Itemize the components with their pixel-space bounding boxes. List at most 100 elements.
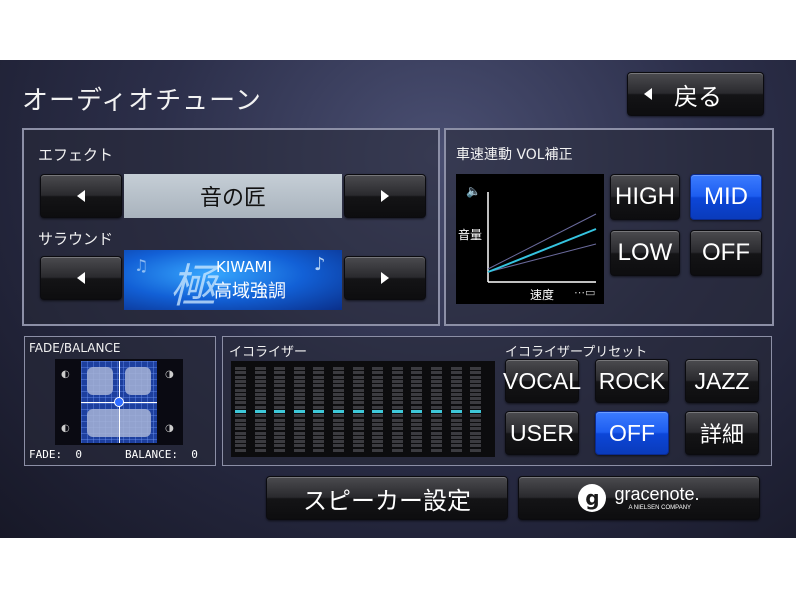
- effect-next-button[interactable]: [344, 174, 426, 218]
- eq-band-segment: [411, 448, 423, 452]
- eq-band[interactable]: [431, 367, 442, 453]
- eq-band-segment: [313, 427, 325, 431]
- eq-band-segment: [333, 410, 344, 413]
- eq-band-segment: [274, 444, 286, 448]
- eq-band-segment: [411, 435, 423, 439]
- effect-surround-panel: エフェクト 音の匠 サラウンド 極 KIWAMI 高域強調 ♪ ♫: [22, 128, 440, 326]
- eq-band-segment: [450, 410, 462, 413]
- eq-band-segment: [352, 410, 364, 413]
- vol-high-button[interactable]: HIGH: [610, 174, 680, 220]
- eq-band-segment: [274, 427, 286, 431]
- vol-low-button[interactable]: LOW: [610, 230, 680, 276]
- back-arrow-icon: [644, 88, 652, 100]
- eq-band-segment: [333, 440, 344, 444]
- eq-band-segment: [372, 422, 384, 426]
- seat-front-left: [87, 367, 113, 395]
- eq-band-segment: [411, 418, 423, 422]
- eq-band-segment: [372, 418, 384, 422]
- balance-position-marker[interactable]: [114, 397, 124, 407]
- eq-band-segment: [450, 384, 462, 388]
- equalizer-display[interactable]: [231, 361, 495, 457]
- eq-band[interactable]: [411, 367, 423, 453]
- eq-band-segment: [274, 405, 286, 409]
- eq-preset-user-button[interactable]: USER: [505, 411, 579, 455]
- eq-band-segment: [411, 367, 423, 370]
- effect-label: エフェクト: [38, 146, 114, 164]
- eq-band-segment: [391, 410, 403, 413]
- eq-band-segment: [391, 384, 403, 388]
- eq-band-segment: [450, 444, 462, 448]
- eq-band-segment: [235, 401, 246, 405]
- surround-logo: 極 KIWAMI 高域強調 ♪ ♫: [124, 250, 342, 310]
- eq-band-segment: [254, 414, 266, 418]
- eq-band[interactable]: [254, 367, 266, 453]
- eq-band-segment: [313, 375, 325, 379]
- eq-band[interactable]: [372, 367, 384, 453]
- eq-band[interactable]: [274, 367, 286, 453]
- eq-band-segment: [293, 440, 305, 444]
- eq-detail-button[interactable]: 詳細: [685, 411, 759, 455]
- eq-band-segment: [352, 422, 364, 426]
- eq-band-segment: [372, 384, 384, 388]
- eq-band-segment: [254, 422, 266, 426]
- surround-prev-button[interactable]: [40, 256, 122, 300]
- right-arrow-icon: [381, 190, 389, 202]
- eq-band-segment: [352, 375, 364, 379]
- eq-band-segment: [391, 448, 403, 452]
- eq-band-segment: [293, 444, 305, 448]
- eq-band-segment: [411, 444, 423, 448]
- eq-band-segment: [235, 384, 246, 388]
- eq-band-segment: [470, 418, 482, 422]
- eq-preset-off-button[interactable]: OFF: [595, 411, 669, 455]
- vol-off-button[interactable]: OFF: [690, 230, 762, 276]
- eq-band-segment: [391, 397, 403, 401]
- eq-band-segment: [352, 384, 364, 388]
- eq-preset-label-jazz: JAZZ: [694, 367, 750, 394]
- eq-band-segment: [450, 375, 462, 379]
- eq-preset-rock-button[interactable]: ROCK: [595, 359, 669, 403]
- eq-band-segment: [333, 414, 344, 418]
- eq-band-segment: [333, 375, 344, 379]
- eq-band-segment: [333, 418, 344, 422]
- eq-band-segment: [372, 435, 384, 439]
- eq-band-segment: [254, 427, 266, 431]
- speaker-settings-button[interactable]: スピーカー設定: [266, 476, 508, 520]
- gracenote-button[interactable]: g gracenote. A NIELSEN COMPANY: [518, 476, 760, 520]
- back-button[interactable]: 戻る: [627, 72, 764, 116]
- fade-balance-grid[interactable]: ◐ ◑ ◐ ◑: [55, 359, 183, 445]
- eq-band-segment: [411, 375, 423, 379]
- eq-band-segment: [352, 414, 364, 418]
- effect-prev-button[interactable]: [40, 174, 122, 218]
- eq-band[interactable]: [450, 367, 462, 453]
- eq-band-segment: [274, 448, 286, 452]
- eq-band-segment: [274, 384, 286, 388]
- vol-mid-button[interactable]: MID: [690, 174, 762, 220]
- fade-balance-label: FADE/BALANCE: [29, 341, 121, 355]
- eq-preset-vocal-button[interactable]: VOCAL: [503, 359, 581, 403]
- eq-band-segment: [333, 397, 344, 401]
- speed-vol-panel: 車速連動 VOL補正 🔈 音量 速度 ⋯▭ HIGH MID LOW OFF: [444, 128, 774, 326]
- eq-preset-jazz-button[interactable]: JAZZ: [685, 359, 759, 403]
- eq-band-segment: [293, 448, 305, 452]
- gracenote-sub-label: A NIELSEN COMPANY: [628, 505, 692, 511]
- eq-band-segment: [470, 414, 482, 418]
- surround-next-button[interactable]: [344, 256, 426, 300]
- eq-band-segment: [391, 367, 403, 370]
- fade-balance-panel[interactable]: FADE/BALANCE ◐ ◑ ◐ ◑ FADE: 0 BALANCE: 0: [24, 336, 216, 466]
- eq-band[interactable]: [470, 367, 482, 453]
- eq-band[interactable]: [235, 367, 246, 453]
- eq-band-segment: [431, 427, 442, 431]
- eq-band[interactable]: [293, 367, 305, 453]
- eq-band[interactable]: [352, 367, 364, 453]
- eq-band[interactable]: [313, 367, 325, 453]
- gracenote-logo-icon: g: [578, 484, 607, 512]
- equalizer-panel: イコライザー イコライザープリセット VOCAL ROCK JAZZ USER …: [222, 336, 772, 466]
- equalizer-bands: [235, 367, 491, 453]
- eq-band-segment: [450, 448, 462, 452]
- eq-band[interactable]: [391, 367, 403, 453]
- eq-band[interactable]: [333, 367, 344, 453]
- eq-band-segment: [450, 435, 462, 439]
- eq-band-segment: [254, 444, 266, 448]
- surround-label: サラウンド: [38, 230, 114, 248]
- eq-band-segment: [274, 392, 286, 396]
